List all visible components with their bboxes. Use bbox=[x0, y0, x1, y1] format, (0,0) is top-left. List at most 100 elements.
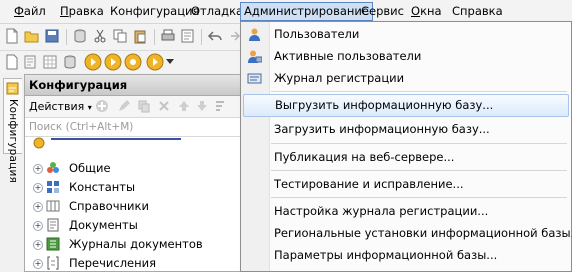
menu-item-label: Журнал регистрации bbox=[274, 71, 405, 85]
delete-icon[interactable] bbox=[157, 99, 171, 113]
tree-root-row[interactable] bbox=[25, 136, 240, 150]
menu-separator bbox=[271, 143, 567, 144]
tree-item-documents[interactable]: + Документы bbox=[25, 216, 240, 235]
new-document-icon[interactable] bbox=[4, 28, 20, 44]
menu-item-infobase-parameters[interactable]: Параметры информационной базы... bbox=[241, 245, 571, 266]
administration-menu: Пользователи Активные пользователи Журна… bbox=[240, 21, 572, 272]
print-icon[interactable] bbox=[160, 28, 176, 44]
menu-edit[interactable]: Правка bbox=[56, 3, 108, 20]
menu-windows-label: кна bbox=[420, 4, 442, 18]
dropdown-arrow-icon[interactable] bbox=[166, 57, 174, 65]
menu-item-active-users[interactable]: Активные пользователи bbox=[241, 46, 571, 67]
menu-item-label: Настройка журнала регистрации... bbox=[274, 204, 489, 218]
menu-item-test-repair[interactable]: Тестирование и исправление... bbox=[241, 174, 571, 195]
menu-item-label: Региональные установки информационной ба… bbox=[274, 226, 572, 240]
edit-icon[interactable] bbox=[117, 99, 131, 113]
side-tab-configuration[interactable]: Конфигурация bbox=[3, 78, 22, 183]
menu-windows-accel: О bbox=[411, 4, 421, 18]
expand-icon[interactable]: + bbox=[33, 183, 43, 193]
menu-item-label: Публикация на веб-сервере... bbox=[274, 150, 455, 164]
root-selection-bar bbox=[51, 138, 181, 140]
tree-item-label: Документы bbox=[69, 218, 138, 232]
tree-item-label: Общие bbox=[69, 161, 111, 175]
tree-item-common[interactable]: + Общие bbox=[25, 159, 240, 178]
menu-item-users[interactable]: Пользователи bbox=[241, 24, 571, 45]
menu-file-label: айл bbox=[23, 4, 46, 18]
menu-file-accel: Ф bbox=[14, 4, 24, 18]
menu-item-regional-settings[interactable]: Региональные установки информационной ба… bbox=[241, 223, 572, 244]
actions-button[interactable]: Действия ▾ bbox=[29, 100, 92, 113]
menu-service-label: Сервис bbox=[361, 4, 404, 18]
menu-separator bbox=[271, 91, 567, 92]
debug-options-icon[interactable] bbox=[146, 53, 164, 71]
tree-item-label: Перечисления bbox=[69, 256, 157, 270]
menu-item-label: Загрузить информационную базу... bbox=[274, 122, 490, 136]
toolbar-separator bbox=[201, 29, 202, 45]
expand-icon[interactable]: + bbox=[33, 259, 43, 269]
panel-toolbar: Действия ▾ bbox=[25, 96, 240, 118]
expand-icon[interactable]: + bbox=[33, 164, 43, 174]
database-icon[interactable] bbox=[72, 28, 88, 44]
move-down-icon[interactable] bbox=[195, 99, 209, 113]
debug-run-icon[interactable] bbox=[104, 53, 122, 71]
menu-separator bbox=[271, 170, 567, 171]
copy-item-icon[interactable] bbox=[137, 99, 151, 113]
log-icon bbox=[247, 73, 262, 84]
toolbar-separator bbox=[66, 29, 67, 45]
sort-icon[interactable] bbox=[213, 99, 227, 113]
toolbar-separator bbox=[154, 29, 155, 45]
debug-icon[interactable] bbox=[124, 53, 142, 71]
menu-help[interactable]: Справка bbox=[448, 3, 507, 20]
database-run-icon[interactable] bbox=[62, 54, 78, 70]
copy-icon[interactable] bbox=[112, 28, 128, 44]
search-placeholder: Поиск (Ctrl+Alt+M) bbox=[29, 121, 134, 133]
cut-icon[interactable] bbox=[92, 28, 108, 44]
grid-icon[interactable] bbox=[42, 54, 58, 70]
preview-icon[interactable] bbox=[180, 28, 196, 44]
expand-icon[interactable]: + bbox=[33, 240, 43, 250]
menu-item-load-infobase[interactable]: Загрузить информационную базу... bbox=[241, 119, 571, 140]
menu-administration[interactable]: Администрирование bbox=[240, 2, 373, 21]
open-folder-icon[interactable] bbox=[24, 28, 40, 44]
expand-icon[interactable]: + bbox=[33, 221, 43, 231]
menu-item-log-settings[interactable]: Настройка журнала регистрации... bbox=[241, 201, 571, 222]
document-icon[interactable] bbox=[22, 54, 38, 70]
search-input[interactable]: Поиск (Ctrl+Alt+M) bbox=[25, 118, 240, 137]
page-icon[interactable] bbox=[4, 54, 20, 70]
menu-edit-accel: П bbox=[60, 4, 69, 18]
tree-item-label: Журналы документов bbox=[69, 237, 203, 251]
documents-icon bbox=[47, 218, 59, 232]
run-icon[interactable] bbox=[84, 53, 102, 71]
menu-item-dump-infobase[interactable]: Выгрузить информационную базу... bbox=[243, 94, 569, 117]
active-users-icon bbox=[248, 50, 262, 63]
menu-debug-label: Отладка bbox=[191, 4, 244, 18]
menu-service[interactable]: Сервис bbox=[357, 3, 408, 20]
expand-icon[interactable]: + bbox=[33, 202, 43, 212]
side-tab-label: Конфигурация bbox=[7, 99, 19, 184]
catalogs-icon bbox=[46, 200, 60, 212]
menu-debug[interactable]: Отладка bbox=[187, 3, 247, 20]
menu-item-web-publish[interactable]: Публикация на веб-сервере... bbox=[241, 147, 571, 168]
menu-edit-label: равка bbox=[68, 4, 104, 18]
menu-item-event-log[interactable]: Журнал регистрации bbox=[241, 68, 571, 89]
paste-icon[interactable] bbox=[132, 28, 148, 44]
constants-icon bbox=[47, 181, 59, 193]
menu-item-label: Тестирование и исправление... bbox=[274, 177, 464, 191]
tree-item-label: Константы bbox=[69, 180, 136, 194]
add-icon[interactable] bbox=[95, 99, 109, 113]
tree-item-constants[interactable]: + Константы bbox=[25, 178, 240, 197]
user-icon bbox=[249, 28, 260, 41]
menu-file[interactable]: Файл bbox=[10, 3, 50, 20]
save-icon[interactable] bbox=[44, 28, 60, 44]
move-up-icon[interactable] bbox=[177, 99, 191, 113]
menu-windows[interactable]: Окна bbox=[407, 3, 446, 20]
tree-item-catalogs[interactable]: + Справочники bbox=[25, 197, 240, 216]
undo-icon[interactable] bbox=[207, 28, 223, 44]
redo-icon[interactable] bbox=[225, 28, 241, 44]
panel-title: Конфигурация bbox=[25, 75, 240, 96]
actions-label: Действия bbox=[29, 100, 85, 113]
menu-separator bbox=[271, 197, 567, 198]
tree-item-document-journals[interactable]: + Журналы документов bbox=[25, 235, 240, 254]
tree-item-enumerations[interactable]: + Перечисления bbox=[25, 254, 240, 271]
menu-item-label: Активные пользователи bbox=[274, 49, 422, 63]
